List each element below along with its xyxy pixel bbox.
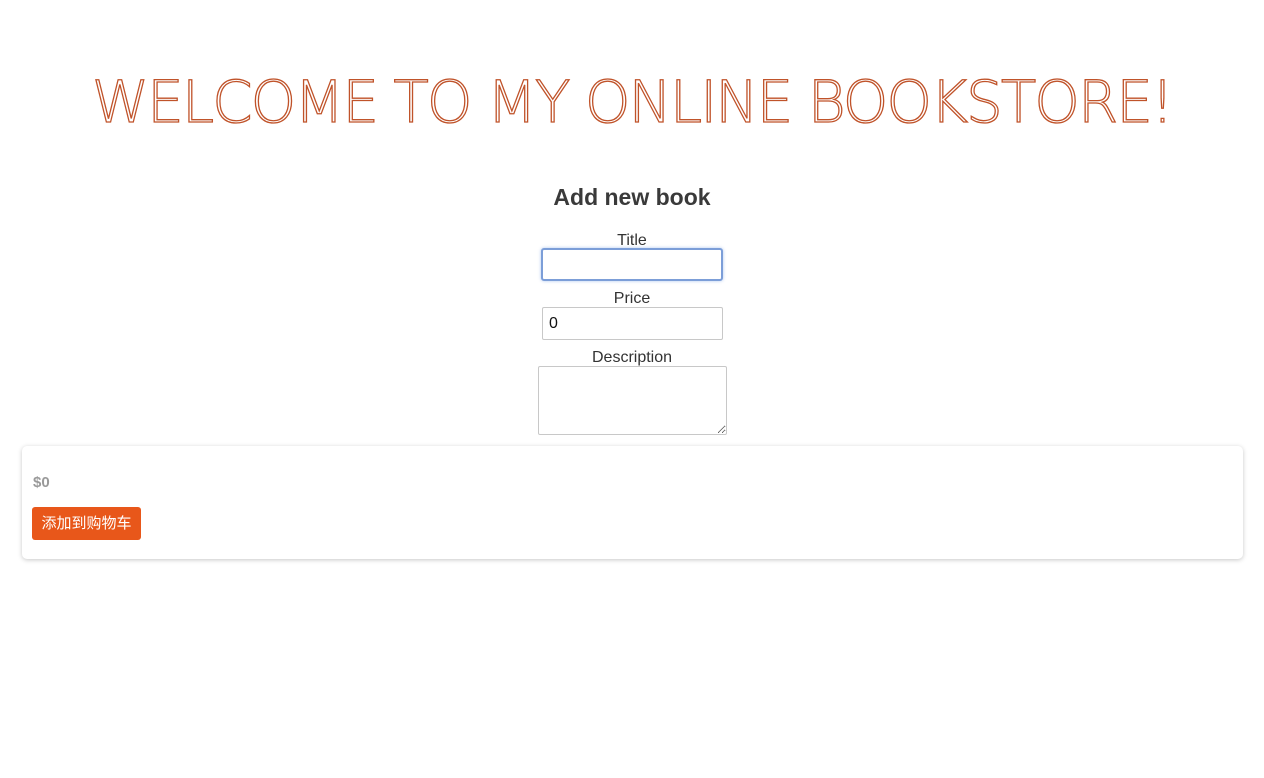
book-price: $0 — [33, 474, 50, 491]
welcome-heading: WELCOME TO MY ONLINE BOOKSTORE! — [91, 67, 1175, 136]
description-label: Description — [591, 349, 673, 366]
price-input[interactable] — [542, 307, 723, 340]
book-card: $0 添加到购物车 — [22, 446, 1243, 559]
add-to-cart-button[interactable]: 添加到购物车 — [32, 507, 141, 540]
price-label: Price — [613, 290, 651, 307]
title-input[interactable] — [541, 248, 723, 281]
add-book-heading: Add new book — [553, 184, 711, 210]
description-textarea[interactable] — [538, 366, 727, 435]
